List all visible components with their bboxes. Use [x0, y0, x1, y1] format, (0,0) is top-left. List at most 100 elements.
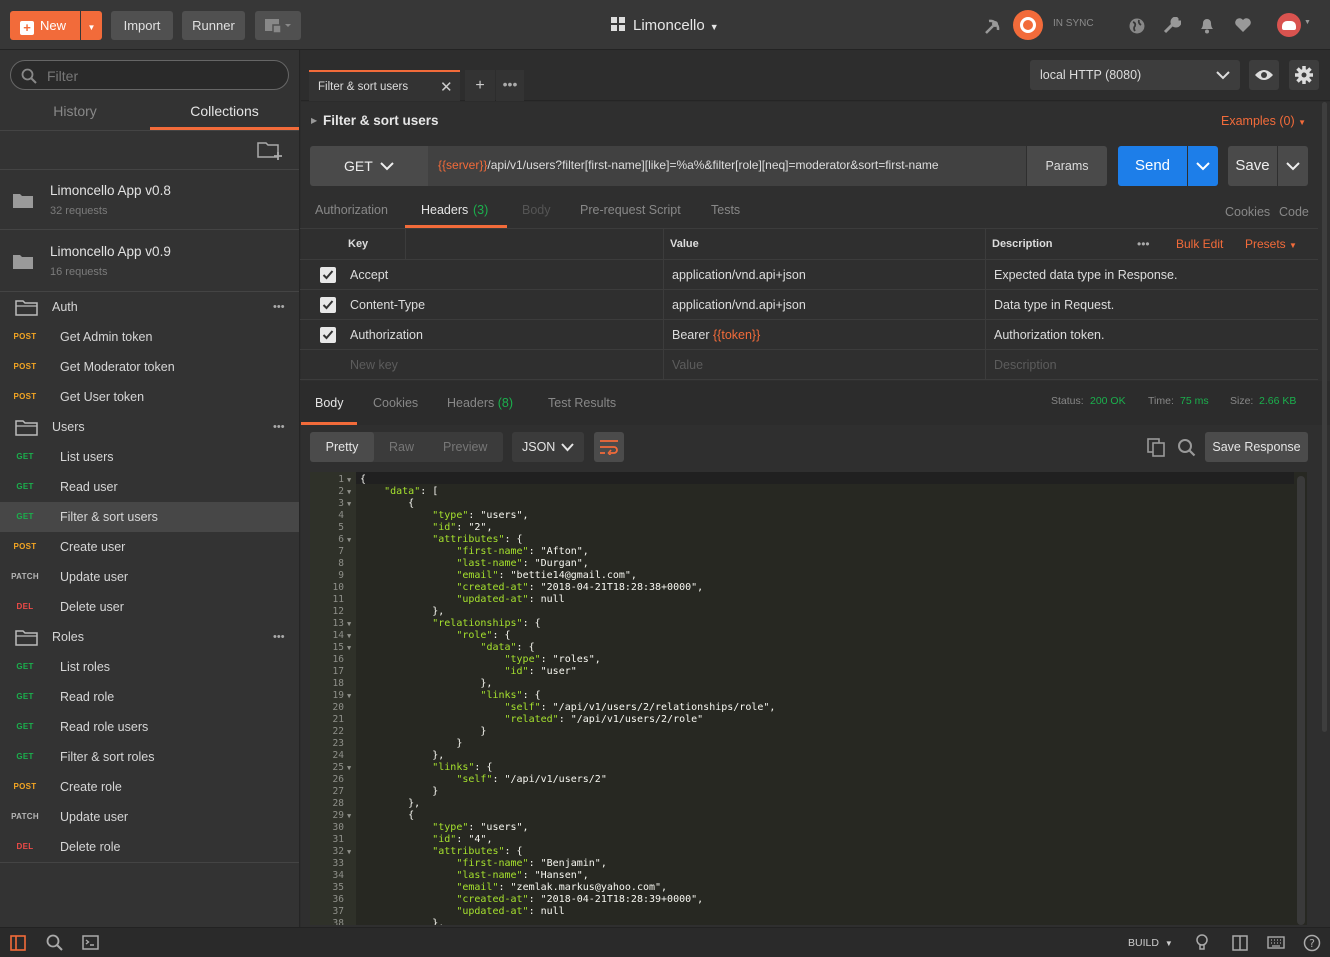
- environment-select[interactable]: local HTTP (8080): [1030, 60, 1240, 90]
- globe-icon[interactable]: [1128, 17, 1146, 35]
- new-key-input[interactable]: New key: [350, 350, 398, 380]
- fold-toggle-icon[interactable]: ▼: [347, 810, 351, 822]
- fold-toggle-icon[interactable]: ▼: [347, 474, 351, 486]
- workspace-switcher[interactable]: Limoncello ▼: [611, 16, 719, 36]
- save-button[interactable]: Save: [1228, 146, 1277, 186]
- view-pretty-button[interactable]: Pretty: [310, 432, 374, 462]
- wrench-icon[interactable]: [1163, 17, 1181, 35]
- filter-input[interactable]: Filter: [10, 60, 289, 90]
- fold-toggle-icon[interactable]: ▼: [347, 534, 351, 546]
- keyboard-icon[interactable]: [1267, 936, 1285, 949]
- response-body-viewer[interactable]: 1 ▼ 2 ▼ 3 ▼ 4 5 6 ▼ 7 8 9 10 11 12 13 ▼ 14 ▼ 15 ▼ 16 17 18 19 ▼ 20 2…: [310, 472, 1307, 925]
- environment-quick-look-button[interactable]: [1249, 60, 1279, 90]
- close-icon[interactable]: ✕: [440, 78, 453, 96]
- request-item[interactable]: GET List users: [0, 442, 299, 472]
- method-select[interactable]: GET: [310, 146, 428, 186]
- send-dropdown-button[interactable]: [1188, 146, 1218, 186]
- examples-dropdown[interactable]: Examples (0) ▼: [1221, 114, 1306, 128]
- save-dropdown-button[interactable]: [1278, 146, 1308, 186]
- lightbulb-icon[interactable]: [1195, 934, 1209, 952]
- header-enabled-checkbox[interactable]: [320, 327, 336, 343]
- response-tab-headers[interactable]: Headers (8): [447, 396, 513, 410]
- caret-right-icon[interactable]: ▶: [311, 116, 317, 125]
- fold-toggle-icon[interactable]: ▼: [347, 762, 351, 774]
- tab-prerequest-script[interactable]: Pre-request Script: [580, 203, 681, 217]
- folder-item[interactable]: Auth •••: [0, 292, 299, 322]
- collection-item[interactable]: Limoncello App v0.9 16 requests: [0, 231, 299, 292]
- bell-icon[interactable]: [1199, 16, 1215, 34]
- view-preview-button[interactable]: Preview: [443, 440, 487, 454]
- runner-button[interactable]: Runner: [182, 11, 245, 40]
- request-item[interactable]: PATCH Update user: [0, 802, 299, 832]
- fold-toggle-icon[interactable]: ▼: [347, 618, 351, 630]
- heart-icon[interactable]: [1234, 17, 1252, 33]
- request-item[interactable]: DEL Delete user: [0, 592, 299, 622]
- tab-tests[interactable]: Tests: [711, 203, 740, 217]
- satellite-icon[interactable]: [983, 16, 1003, 36]
- request-item[interactable]: POST Create user: [0, 532, 299, 562]
- import-button[interactable]: Import: [111, 11, 173, 40]
- more-tabs-icon[interactable]: •••: [496, 70, 524, 101]
- build-mode-toggle[interactable]: BUILD ▼: [1128, 937, 1173, 949]
- response-tab-body[interactable]: Body: [301, 386, 357, 425]
- code-link[interactable]: Code: [1279, 205, 1309, 219]
- new-dropdown-button[interactable]: ▼: [81, 11, 102, 40]
- url-input[interactable]: {{server}}/api/v1/users?filter[first-nam…: [428, 146, 1026, 186]
- header-value[interactable]: application/vnd.api+json: [672, 290, 806, 320]
- header-key[interactable]: Authorization: [350, 320, 423, 350]
- new-window-button[interactable]: [255, 11, 301, 40]
- request-item[interactable]: GET Read user: [0, 472, 299, 502]
- toggle-sidebar-icon[interactable]: [10, 935, 26, 951]
- search-icon[interactable]: [46, 934, 63, 951]
- request-item[interactable]: GET List roles: [0, 652, 299, 682]
- new-description-input[interactable]: Description: [994, 350, 1057, 380]
- header-description[interactable]: Expected data type in Response.: [994, 260, 1177, 290]
- response-tab-test-results[interactable]: Test Results: [548, 396, 616, 410]
- cookies-link[interactable]: Cookies: [1225, 205, 1270, 219]
- copy-icon[interactable]: [1147, 438, 1165, 457]
- tab-body[interactable]: Body: [522, 203, 551, 217]
- request-item[interactable]: GET Read role: [0, 682, 299, 712]
- fold-toggle-icon[interactable]: ▼: [347, 630, 351, 642]
- request-item[interactable]: GET Read role users: [0, 712, 299, 742]
- new-button[interactable]: + New: [10, 11, 80, 40]
- header-description[interactable]: Data type in Request.: [994, 290, 1114, 320]
- header-value[interactable]: Bearer {{token}}: [672, 320, 760, 350]
- more-options-icon[interactable]: •••: [273, 292, 285, 322]
- tab-headers[interactable]: Headers (3): [405, 196, 507, 228]
- bulk-edit-link[interactable]: Bulk Edit: [1176, 229, 1223, 260]
- response-tab-cookies[interactable]: Cookies: [373, 396, 418, 410]
- request-item[interactable]: POST Get Moderator token: [0, 352, 299, 382]
- header-enabled-checkbox[interactable]: [320, 297, 336, 313]
- send-button[interactable]: Send: [1118, 146, 1187, 186]
- header-key[interactable]: Content-Type: [350, 290, 425, 320]
- new-value-input[interactable]: Value: [672, 350, 703, 380]
- add-tab-button[interactable]: +: [465, 70, 495, 101]
- help-icon[interactable]: ?: [1303, 934, 1321, 952]
- fold-toggle-icon[interactable]: ▼: [347, 690, 351, 702]
- request-item[interactable]: POST Get User token: [0, 382, 299, 412]
- fold-toggle-icon[interactable]: ▼: [347, 498, 351, 510]
- tab-history[interactable]: History: [0, 97, 150, 130]
- tab-collections[interactable]: Collections: [150, 97, 299, 130]
- header-value[interactable]: application/vnd.api+json: [672, 260, 806, 290]
- more-options-icon[interactable]: •••: [273, 412, 285, 442]
- request-item[interactable]: PATCH Update user: [0, 562, 299, 592]
- tab-authorization[interactable]: Authorization: [315, 203, 388, 217]
- request-item[interactable]: GET Filter & sort users: [0, 502, 299, 532]
- folder-item[interactable]: Roles •••: [0, 622, 299, 652]
- main-scrollbar[interactable]: [1320, 102, 1328, 927]
- more-options-icon[interactable]: •••: [273, 622, 285, 652]
- collection-item[interactable]: Limoncello App v0.8 32 requests: [0, 170, 299, 230]
- sync-icon[interactable]: [1013, 10, 1043, 40]
- request-item[interactable]: POST Create role: [0, 772, 299, 802]
- presets-dropdown[interactable]: Presets ▼: [1245, 229, 1297, 261]
- two-pane-icon[interactable]: [1232, 935, 1248, 951]
- avatar[interactable]: [1277, 13, 1301, 37]
- request-item[interactable]: POST Get Admin token: [0, 322, 299, 352]
- header-enabled-checkbox[interactable]: [320, 267, 336, 283]
- request-item[interactable]: GET Filter & sort roles: [0, 742, 299, 772]
- settings-button[interactable]: [1289, 60, 1319, 90]
- header-key[interactable]: Accept: [350, 260, 388, 290]
- code-scrollbar[interactable]: [1297, 476, 1305, 925]
